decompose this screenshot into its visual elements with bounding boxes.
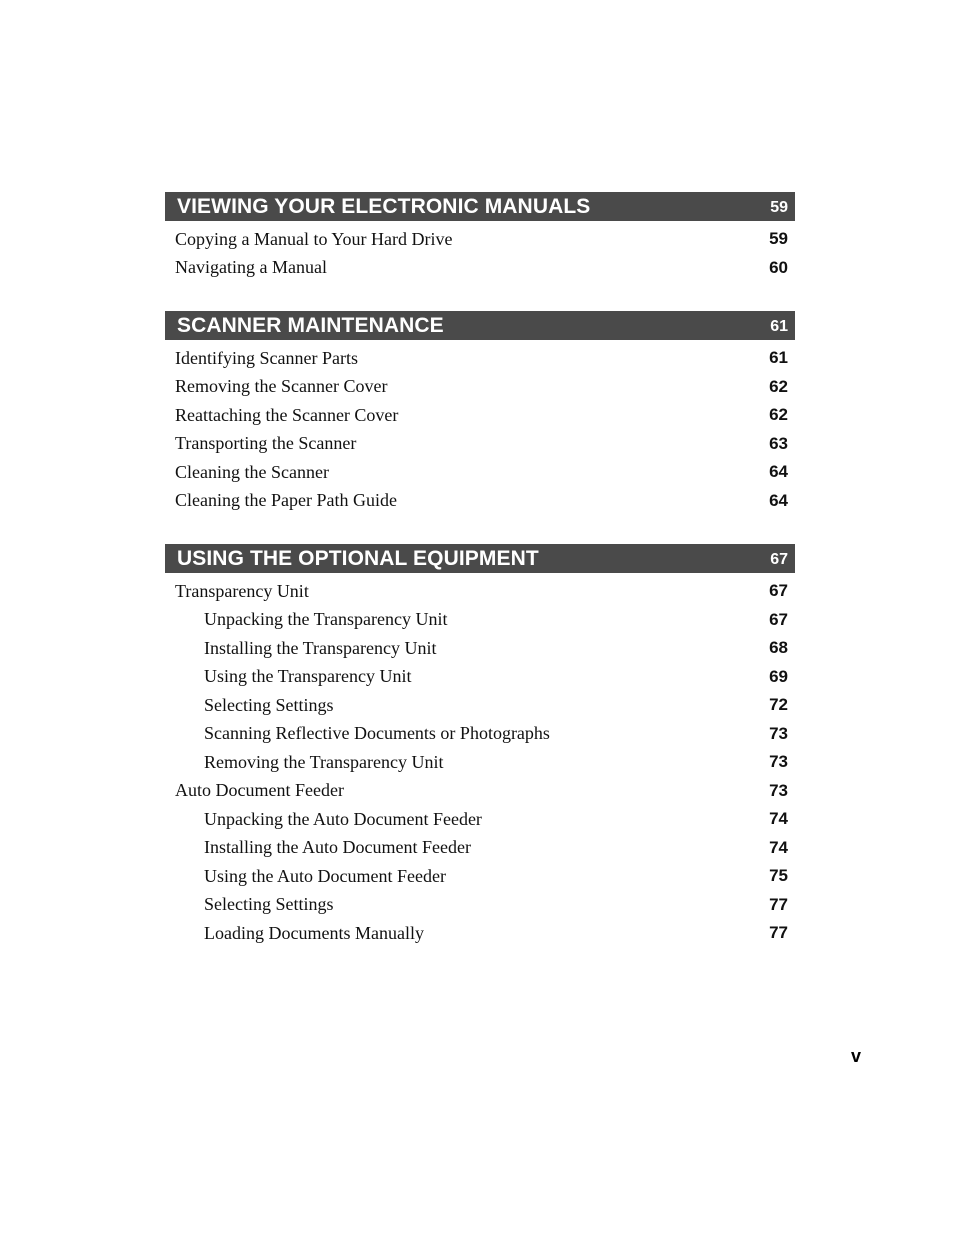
entry-page-number: 67 [769, 609, 788, 629]
entry-title: Navigating a Manual [175, 257, 327, 278]
entry-title: Transporting the Scanner [175, 433, 357, 454]
section-page-number: 59 [770, 199, 788, 216]
entry-page-number: 62 [769, 405, 788, 425]
entry-list: Copying a Manual to Your Hard Drive 59 Nav… [165, 221, 795, 282]
entry-title: Using the Transparency Unit [204, 666, 412, 687]
toc-entry[interactable]: Removing the Transparency Unit 73 [165, 748, 795, 777]
entry-page-number: 64 [769, 490, 788, 510]
toc-entry[interactable]: Auto Document Feeder 73 [165, 777, 795, 806]
entry-list: Identifying Scanner Parts 61 Removing the … [165, 340, 795, 515]
entry-page-number: 67 [769, 581, 788, 601]
entry-page-number: 59 [769, 229, 788, 249]
entry-title: Transparency Unit [175, 580, 309, 601]
entry-page-number: 73 [769, 723, 788, 743]
entry-page-number: 77 [769, 923, 788, 943]
toc-entry[interactable]: Removing the Scanner Cover 62 [165, 373, 795, 402]
toc-entry[interactable]: Cleaning the Paper Path Guide 64 [165, 487, 795, 516]
toc-entry[interactable]: Reattaching the Scanner Cover 62 [165, 401, 795, 430]
entry-title: Removing the Transparency Unit [204, 751, 444, 772]
table-of-contents: VIEWING YOUR ELECTRONIC MANUALS 59 Copying… [165, 192, 795, 977]
toc-section: VIEWING YOUR ELECTRONIC MANUALS 59 Copying… [165, 192, 795, 282]
entry-page-number: 73 [769, 752, 788, 772]
entry-title: Selecting Settings [204, 894, 334, 915]
section-title: VIEWING YOUR ELECTRONIC MANUALS [177, 194, 591, 218]
entry-page-number: 63 [769, 433, 788, 453]
entry-title: Unpacking the Transparency Unit [204, 609, 448, 630]
entry-page-number: 77 [769, 894, 788, 914]
entry-title: Loading Documents Manually [204, 922, 424, 943]
entry-title: Identifying Scanner Parts [175, 347, 358, 368]
entry-title: Reattaching the Scanner Cover [175, 404, 399, 425]
entry-title: Installing the Auto Document Feeder [204, 837, 471, 858]
toc-entry[interactable]: Selecting Settings 72 [165, 691, 795, 720]
entry-page-number: 75 [769, 866, 788, 886]
entry-title: Scanning Reflective Documents or Photogr… [204, 723, 550, 744]
entry-list: Transparency Unit 67 Unpacking the Transpa… [165, 573, 795, 948]
toc-entry[interactable]: Unpacking the Transparency Unit 67 [165, 606, 795, 635]
entry-page-number: 73 [769, 780, 788, 800]
toc-section: SCANNER MAINTENANCE 61 Identifying Scanner… [165, 311, 795, 515]
section-title: USING THE OPTIONAL EQUIPMENT [177, 546, 539, 570]
entry-page-number: 74 [769, 809, 788, 829]
entry-page-number: 69 [769, 666, 788, 686]
entry-title: Cleaning the Scanner [175, 461, 329, 482]
toc-entry[interactable]: Transporting the Scanner 63 [165, 430, 795, 459]
entry-title: Removing the Scanner Cover [175, 376, 388, 397]
toc-entry[interactable]: Identifying Scanner Parts 61 [165, 344, 795, 373]
toc-entry[interactable]: Unpacking the Auto Document Feeder 74 [165, 805, 795, 834]
entry-page-number: 72 [769, 695, 788, 715]
entry-title: Installing the Transparency Unit [204, 637, 437, 658]
section-title: SCANNER MAINTENANCE [177, 313, 444, 337]
entry-title: Auto Document Feeder [175, 780, 344, 801]
entry-page-number: 62 [769, 376, 788, 396]
toc-entry[interactable]: Loading Documents Manually 77 [165, 919, 795, 948]
toc-entry[interactable]: Selecting Settings 77 [165, 891, 795, 920]
entry-page-number: 64 [769, 462, 788, 482]
toc-entry[interactable]: Installing the Transparency Unit 68 [165, 634, 795, 663]
section-header[interactable]: USING THE OPTIONAL EQUIPMENT 67 [165, 544, 795, 573]
toc-entry[interactable]: Transparency Unit 67 [165, 577, 795, 606]
entry-page-number: 68 [769, 638, 788, 658]
entry-page-number: 61 [769, 348, 788, 368]
entry-title: Copying a Manual to Your Hard Drive [175, 228, 453, 249]
section-header[interactable]: SCANNER MAINTENANCE 61 [165, 311, 795, 340]
entry-title: Selecting Settings [204, 694, 334, 715]
entry-page-number: 60 [769, 257, 788, 277]
toc-section: USING THE OPTIONAL EQUIPMENT 67 Transparen… [165, 544, 795, 948]
entry-title: Cleaning the Paper Path Guide [175, 490, 397, 511]
toc-entry[interactable]: Scanning Reflective Documents or Photogr… [165, 720, 795, 749]
entry-page-number: 74 [769, 837, 788, 857]
toc-entry[interactable]: Navigating a Manual 60 [165, 254, 795, 283]
toc-entry[interactable]: Using the Transparency Unit 69 [165, 663, 795, 692]
entry-title: Using the Auto Document Feeder [204, 865, 446, 886]
section-header[interactable]: VIEWING YOUR ELECTRONIC MANUALS 59 [165, 192, 795, 221]
toc-entry[interactable]: Cleaning the Scanner 64 [165, 458, 795, 487]
section-page-number: 67 [770, 551, 788, 568]
entry-title: Unpacking the Auto Document Feeder [204, 808, 482, 829]
toc-entry[interactable]: Copying a Manual to Your Hard Drive 59 [165, 225, 795, 254]
toc-entry[interactable]: Using the Auto Document Feeder 75 [165, 862, 795, 891]
toc-entry[interactable]: Installing the Auto Document Feeder 74 [165, 834, 795, 863]
page-number: v [851, 1046, 862, 1066]
section-page-number: 61 [770, 318, 788, 335]
